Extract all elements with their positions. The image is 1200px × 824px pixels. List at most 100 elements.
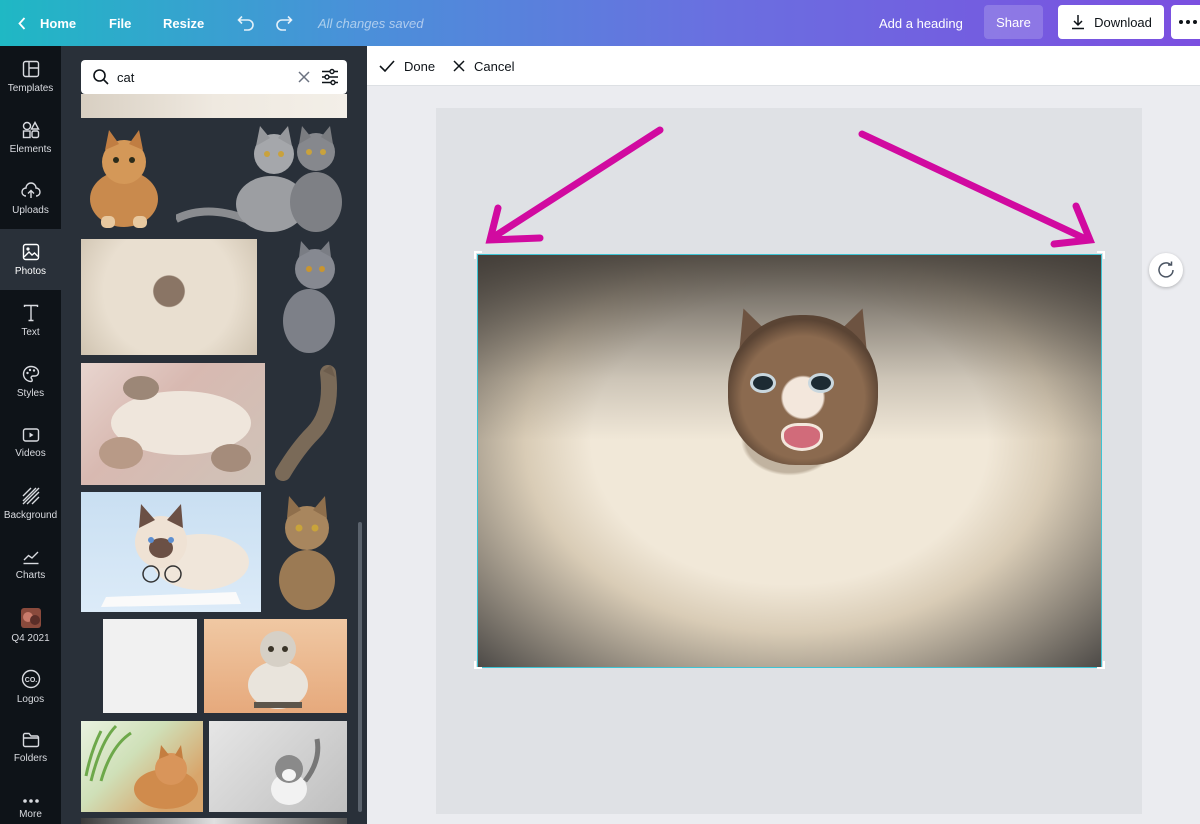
rail-item-more[interactable]: More	[0, 778, 61, 824]
done-label: Done	[404, 58, 436, 74]
photo-thumbnail[interactable]	[176, 124, 347, 234]
rail-label: Styles	[16, 387, 45, 399]
file-label: File	[109, 15, 132, 31]
rail-item-photos[interactable]: Photos	[0, 229, 61, 290]
photo-thumbnail[interactable]	[267, 492, 347, 612]
grey-cat-image	[283, 241, 335, 353]
rail-label: Folders	[13, 752, 48, 764]
crop-handle-bottom-left[interactable]	[474, 661, 482, 669]
rail-item-logos[interactable]: CO. Logos	[0, 656, 61, 717]
charts-icon	[23, 551, 38, 564]
photo-thumbnail[interactable]	[204, 619, 347, 713]
rail-item-uploads[interactable]: Uploads	[0, 168, 61, 229]
tabby-cat-image	[279, 496, 335, 610]
side-rail: Templates Elements Uploads Photos Text S…	[0, 46, 61, 824]
undo-button[interactable]	[235, 13, 255, 33]
photo-thumbnail[interactable]	[81, 239, 257, 355]
download-label: Download	[1094, 14, 1152, 30]
photo-thumbnail[interactable]	[103, 619, 197, 713]
svg-text:CO.: CO.	[24, 677, 37, 684]
templates-icon	[22, 60, 39, 77]
rail-item-templates[interactable]: Templates	[0, 46, 61, 107]
photo-thumbnail[interactable]	[81, 124, 167, 234]
search-input[interactable]	[117, 68, 287, 86]
more-icon	[22, 798, 39, 803]
check-icon	[379, 60, 395, 72]
rail-label: Uploads	[12, 204, 49, 216]
folders-icon	[22, 732, 39, 747]
search-bar	[81, 60, 347, 94]
more-options-button[interactable]	[1171, 5, 1200, 39]
photo-thumbnail[interactable]	[81, 363, 265, 485]
photo-thumbnail[interactable]	[273, 363, 347, 485]
more-dots-icon	[1179, 20, 1183, 24]
chevron-left-icon	[18, 16, 26, 30]
rail-label: Videos	[15, 447, 46, 459]
redo-icon	[276, 15, 293, 31]
share-label: Share	[996, 14, 1031, 30]
styles-icon	[22, 365, 39, 382]
kitten-eye	[750, 373, 776, 393]
undo-icon	[237, 15, 254, 31]
redo-button[interactable]	[275, 13, 295, 33]
cropped-image[interactable]	[477, 254, 1102, 668]
uploads-icon	[20, 181, 41, 198]
rail-item-background[interactable]: Background	[0, 473, 61, 534]
share-button[interactable]: Share	[984, 5, 1043, 39]
rail-item-folders[interactable]: Folders	[0, 717, 61, 778]
rail-label: Templates	[7, 82, 54, 94]
kitten-mouth	[781, 423, 823, 451]
photo-thumbnail[interactable]	[265, 239, 347, 355]
scottish-fold-cat-image	[248, 631, 308, 709]
rail-item-text[interactable]: Text	[0, 290, 61, 351]
photo-thumbnail[interactable]	[81, 721, 203, 812]
done-button[interactable]: Done	[379, 46, 435, 86]
siamese-cat-image	[101, 504, 249, 607]
download-icon	[1072, 15, 1085, 30]
stretching-cat-image	[275, 365, 337, 481]
rail-item-videos[interactable]: Videos	[0, 412, 61, 473]
crop-handle-bottom-right[interactable]	[1097, 661, 1105, 669]
cat-top-view-image	[271, 738, 321, 805]
photo-thumbnail[interactable]	[81, 818, 347, 824]
rail-label: Photos	[14, 265, 47, 277]
kitten-eye	[808, 373, 834, 393]
photo-thumbnail[interactable]	[81, 94, 347, 118]
rail-item-charts[interactable]: Charts	[0, 534, 61, 595]
photo-thumbnail[interactable]	[209, 721, 347, 812]
crop-handle-top-left[interactable]	[474, 251, 482, 259]
two-grey-cats-image	[176, 126, 342, 232]
rail-label: Background	[3, 509, 58, 521]
panel-scrollbar[interactable]	[358, 522, 362, 812]
search-icon	[93, 69, 109, 85]
text-icon	[23, 304, 38, 321]
crop-toolbar: Done Cancel	[367, 46, 1200, 86]
photos-icon	[22, 243, 39, 260]
top-bar: Home File Resize All changes saved Add a…	[0, 0, 1200, 46]
cancel-button[interactable]: Cancel	[453, 46, 514, 86]
cancel-label: Cancel	[474, 58, 515, 74]
file-menu-button[interactable]: File	[109, 0, 131, 46]
photo-thumbnail[interactable]	[81, 492, 261, 612]
rail-label: Text	[21, 326, 40, 338]
home-label: Home	[40, 15, 77, 31]
home-button[interactable]: Home	[18, 0, 76, 46]
download-button[interactable]: Download	[1058, 5, 1164, 39]
videos-icon	[22, 427, 39, 442]
orange-cat-image	[90, 130, 158, 228]
heading-label: Add a heading	[879, 15, 963, 31]
add-heading-button[interactable]: Add a heading	[879, 0, 963, 46]
rail-item-q4-2021[interactable]: Q4 2021	[0, 595, 61, 656]
rotate-button[interactable]	[1149, 253, 1183, 287]
crop-handle-top-right[interactable]	[1097, 251, 1105, 259]
clear-search-icon[interactable]	[297, 70, 311, 84]
rail-label: Charts	[15, 569, 46, 581]
resize-label: Resize	[163, 15, 205, 31]
rail-item-elements[interactable]: Elements	[0, 107, 61, 168]
filter-icon[interactable]	[321, 68, 339, 86]
rail-label: Logos	[16, 693, 45, 705]
close-icon	[453, 60, 465, 72]
resize-button[interactable]: Resize	[163, 0, 204, 46]
logos-icon: CO.	[21, 669, 40, 688]
rail-item-styles[interactable]: Styles	[0, 351, 61, 412]
